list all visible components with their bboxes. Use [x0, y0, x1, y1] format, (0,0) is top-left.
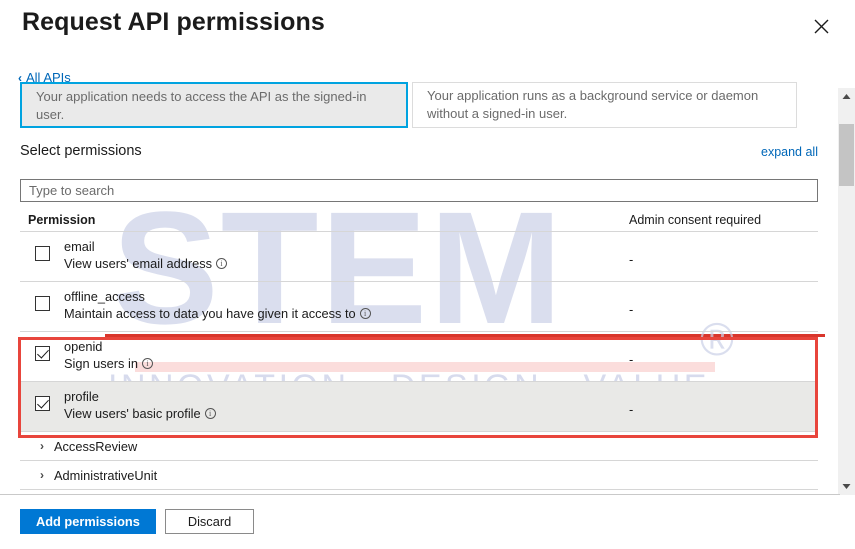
footer-divider: [0, 494, 840, 495]
request-api-permissions-dialog: STEM ® INNOVATION • DESIGN • VALUE Reque…: [0, 0, 855, 549]
table-header-row: Permission Admin consent required: [20, 209, 818, 232]
permission-text-cell: email View users' email address i: [64, 232, 610, 272]
back-link-label: All APIs: [26, 70, 71, 85]
column-header-permission: Permission: [28, 213, 96, 227]
permission-group-label: AccessReview: [54, 438, 138, 454]
permission-description: View users' email address: [64, 256, 213, 271]
permission-text-cell: openid Sign users in i: [64, 332, 610, 372]
checkbox-cell: [20, 382, 64, 411]
permission-description-wrap: Maintain access to data you have given i…: [64, 305, 610, 322]
permission-description-wrap: View users' email address i: [64, 255, 610, 272]
permissions-table: Permission Admin consent required email …: [20, 209, 818, 490]
chevron-right-icon: ›: [40, 439, 44, 453]
scrollbar-thumb[interactable]: [839, 124, 854, 186]
permission-description: Sign users in: [64, 356, 138, 371]
chevron-left-icon: ‹: [18, 70, 22, 85]
checkbox-cell: [20, 232, 64, 261]
admin-consent-value: -: [629, 402, 634, 417]
close-icon[interactable]: [807, 12, 835, 40]
delegated-permissions-description: Your application needs to access the API…: [36, 89, 367, 122]
expand-all-link[interactable]: expand all: [761, 145, 818, 159]
permission-description: View users' basic profile: [64, 406, 201, 421]
info-icon[interactable]: i: [204, 408, 216, 419]
info-icon[interactable]: i: [216, 258, 228, 269]
select-permissions-heading: Select permissions: [20, 143, 142, 159]
permission-group-administrativeunit[interactable]: › AdministrativeUnit: [20, 461, 818, 490]
permission-checkbox-openid[interactable]: [34, 346, 50, 361]
permission-group-accessreview[interactable]: › AccessReview: [20, 432, 818, 461]
page-title: Request API permissions: [22, 8, 325, 36]
permission-name: email: [64, 239, 95, 254]
permission-name: offline_access: [64, 289, 145, 304]
add-permissions-button[interactable]: Add permissions: [20, 509, 156, 534]
vertical-scrollbar[interactable]: [838, 88, 855, 495]
permission-description-wrap: Sign users in i: [64, 355, 610, 372]
permission-checkbox-offline-access[interactable]: [34, 296, 50, 311]
back-to-all-apis-link[interactable]: ‹ All APIs: [18, 70, 71, 85]
admin-consent-value: -: [629, 252, 634, 267]
info-icon[interactable]: i: [359, 308, 371, 319]
permission-type-cards: Your application needs to access the API…: [0, 82, 830, 128]
admin-consent-value: -: [629, 352, 634, 367]
permission-checkbox-email[interactable]: [34, 246, 50, 261]
permission-checkbox-profile[interactable]: [34, 396, 50, 411]
admin-consent-value: -: [629, 302, 634, 317]
permission-name: profile: [64, 389, 99, 404]
chevron-right-icon: ›: [40, 468, 44, 482]
permission-name: openid: [64, 339, 103, 354]
permission-text-cell: offline_access Maintain access to data y…: [64, 282, 610, 322]
table-row[interactable]: offline_access Maintain access to data y…: [20, 282, 818, 332]
discard-button[interactable]: Discard: [164, 509, 255, 534]
search-input[interactable]: [20, 179, 818, 202]
table-row[interactable]: email View users' email address i -: [20, 232, 818, 282]
permission-description: Maintain access to data you have given i…: [64, 306, 356, 321]
footer-actions: Add permissions Discard: [20, 509, 255, 534]
application-permissions-card[interactable]: Your application runs as a background se…: [412, 82, 797, 128]
permission-group-label: AdministrativeUnit: [54, 467, 158, 483]
table-row[interactable]: profile View users' basic profile i -: [20, 382, 818, 432]
table-row[interactable]: openid Sign users in i -: [20, 332, 818, 382]
column-header-admin-consent: Admin consent required: [629, 213, 762, 227]
permission-text-cell: profile View users' basic profile i: [64, 382, 610, 422]
checkbox-cell: [20, 332, 64, 361]
permission-description-wrap: View users' basic profile i: [64, 405, 610, 422]
scroll-up-arrow-icon[interactable]: [838, 88, 855, 105]
application-permissions-description: Your application runs as a background se…: [427, 88, 759, 121]
delegated-permissions-card[interactable]: Your application needs to access the API…: [20, 82, 408, 128]
scroll-down-arrow-icon[interactable]: [838, 478, 855, 495]
info-icon[interactable]: i: [141, 358, 153, 369]
checkbox-cell: [20, 282, 64, 311]
